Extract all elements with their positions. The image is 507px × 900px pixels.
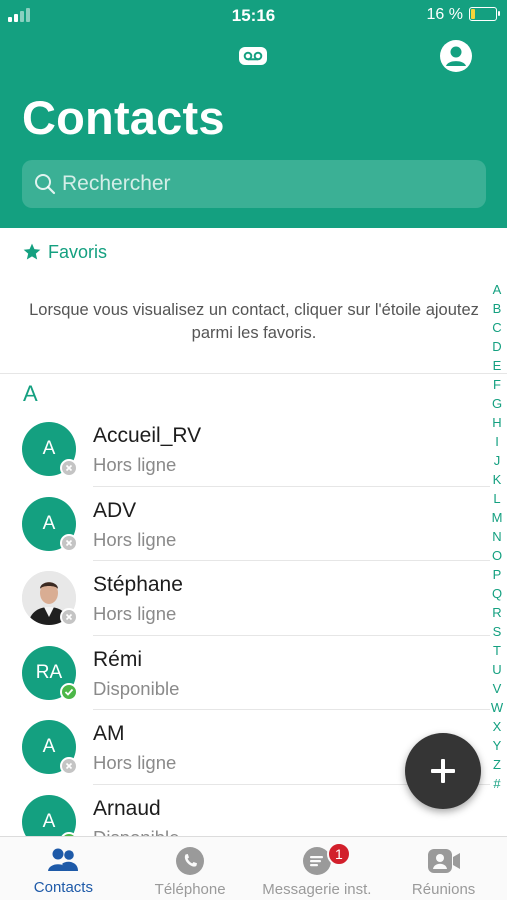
battery-percent: 16 %: [426, 6, 463, 23]
alphabet-letter[interactable]: A: [488, 280, 506, 299]
alphabet-letter[interactable]: V: [488, 679, 506, 698]
contact-name: Accueil_RV: [93, 424, 202, 447]
alphabet-letter[interactable]: Z: [488, 755, 506, 774]
contact-row[interactable]: RA Rémi Disponible: [0, 636, 490, 710]
tab-bar: Contacts Téléphone 1 Messagerie inst. Ré…: [0, 836, 507, 900]
alphabet-letter[interactable]: I: [488, 432, 506, 451]
voicemail-icon[interactable]: [238, 44, 268, 68]
favorites-label: Favoris: [48, 241, 108, 262]
alphabet-letter[interactable]: H: [488, 413, 506, 432]
contact-row[interactable]: A Accueil_RV Hors ligne: [0, 412, 490, 487]
add-contact-button[interactable]: [405, 733, 481, 809]
contact-status: Hors ligne: [93, 528, 177, 550]
alphabet-letter[interactable]: S: [488, 622, 506, 641]
tab-label: Contacts: [33, 879, 93, 896]
contact-name: Rémi: [93, 647, 143, 671]
meeting-icon: [427, 849, 460, 873]
contact-status: Hors ligne: [93, 454, 177, 475]
status-offline-icon: [60, 459, 78, 477]
search-icon: [35, 174, 56, 195]
alphabet-letter[interactable]: W: [488, 698, 506, 717]
alphabet-letter[interactable]: D: [488, 337, 506, 356]
alphabet-index[interactable]: A B C D E F G H I J K L M N O P Q R S T U V W X Y Z #: [488, 280, 506, 793]
profile-icon[interactable]: [440, 40, 472, 72]
status-offline-icon: [60, 757, 78, 775]
tab-label: Réunions: [411, 881, 476, 898]
favorites-hint: Lorsque vous visualisez un contact, cliq…: [29, 301, 479, 342]
contacts-icon: [48, 848, 79, 871]
contact-name: Stéphane: [93, 573, 183, 596]
alphabet-letter[interactable]: T: [488, 641, 506, 660]
alphabet-letter[interactable]: N: [488, 527, 506, 546]
alphabet-letter[interactable]: X: [488, 717, 506, 736]
section-letter: A: [23, 381, 38, 406]
alphabet-letter[interactable]: L: [488, 489, 506, 508]
alphabet-letter[interactable]: B: [488, 299, 506, 318]
contact-status: Hors ligne: [93, 752, 177, 773]
tab-telephone[interactable]: Téléphone: [127, 837, 254, 900]
alphabet-letter[interactable]: #: [488, 774, 506, 793]
unread-badge: 1: [326, 842, 351, 866]
contact-name: ADV: [93, 498, 137, 522]
alphabet-letter[interactable]: Y: [488, 736, 506, 755]
alphabet-letter[interactable]: G: [488, 394, 506, 413]
tab-contacts[interactable]: Contacts: [0, 837, 127, 900]
alphabet-letter[interactable]: U: [488, 660, 506, 679]
page-title: Contacts: [22, 91, 225, 144]
alphabet-letter[interactable]: J: [488, 451, 506, 470]
alphabet-letter[interactable]: Q: [488, 584, 506, 603]
status-offline-icon: [60, 533, 78, 552]
status-offline-icon: [60, 608, 78, 626]
tab-label: Téléphone: [154, 881, 226, 898]
alphabet-letter[interactable]: P: [488, 565, 506, 584]
alphabet-letter[interactable]: K: [488, 470, 506, 489]
contact-name: Arnaud: [93, 796, 161, 820]
status-available-icon: [60, 682, 78, 701]
divider: [0, 373, 507, 374]
contact-status: Disponible: [93, 827, 179, 837]
contact-name: AM: [93, 722, 125, 745]
search-input[interactable]: [62, 160, 472, 208]
status-bar: 15:16 16 %: [0, 0, 507, 30]
contact-row[interactable]: Stéphane Hors ligne: [0, 561, 490, 636]
tab-meetings[interactable]: Réunions: [380, 837, 507, 900]
alphabet-letter[interactable]: C: [488, 318, 506, 337]
contact-status: Hors ligne: [93, 603, 177, 624]
avatar: A: [22, 794, 76, 836]
tab-label: Messagerie inst.: [262, 881, 372, 898]
tab-messaging[interactable]: 1 Messagerie inst.: [254, 837, 381, 900]
plus-icon: [431, 759, 455, 783]
contact-status: Disponible: [93, 677, 180, 699]
alphabet-letter[interactable]: F: [488, 375, 506, 394]
phone-icon: [176, 847, 205, 875]
alphabet-letter[interactable]: O: [488, 546, 506, 565]
alphabet-letter[interactable]: E: [488, 356, 506, 375]
favorites-header[interactable]: Favoris: [22, 240, 107, 264]
contact-row[interactable]: A ADV Hors ligne: [0, 487, 490, 561]
alphabet-letter[interactable]: R: [488, 603, 506, 622]
header: 15:16 16 % Contacts: [0, 0, 507, 228]
star-icon: [23, 243, 41, 260]
alphabet-letter[interactable]: M: [488, 508, 506, 527]
battery-icon: [469, 7, 500, 21]
search-bar[interactable]: [22, 160, 486, 208]
